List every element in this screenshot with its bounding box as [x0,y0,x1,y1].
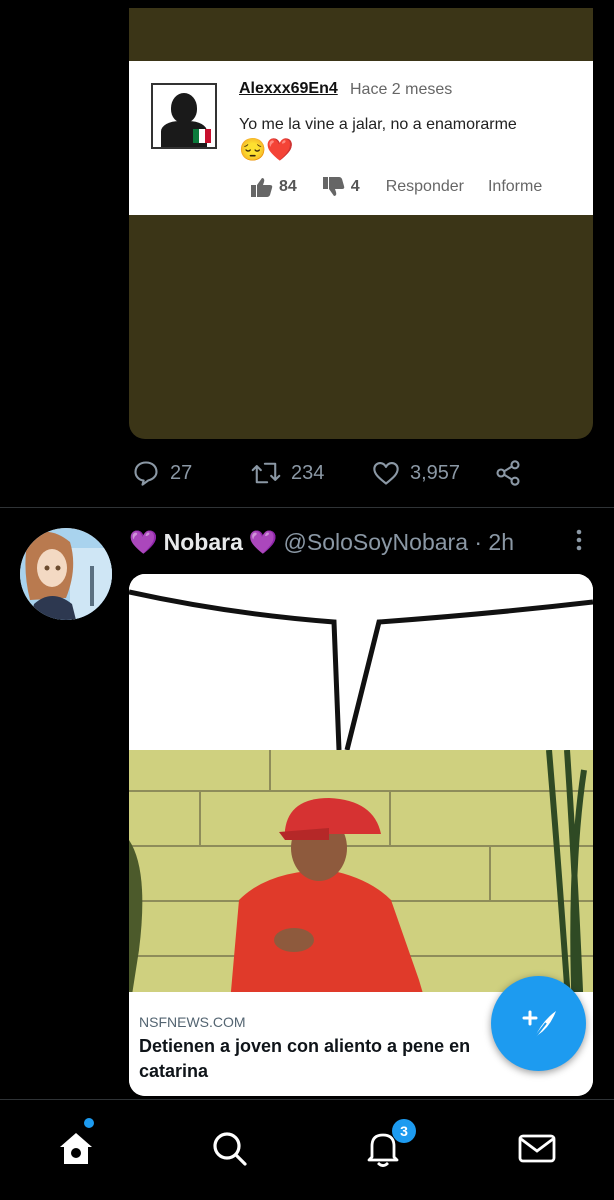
nav-search[interactable] [209,1128,249,1168]
mexico-flag-icon [193,129,211,143]
retweet-count: 234 [291,461,325,484]
tweet-header: 💜 Nobara 💜 @SoloSoyNobara · 2h [129,529,514,556]
news-photo [129,750,593,1014]
mail-icon [518,1134,556,1163]
compose-icon [522,1010,556,1042]
compose-button[interactable] [491,976,586,1071]
more-button[interactable] [574,528,584,554]
comment-avatar [151,83,217,149]
display-name[interactable]: Nobara [164,529,243,556]
retweet-button[interactable]: 234 [251,459,324,487]
card-title: Detienen a joven con aliento a pene en c… [139,1036,471,1081]
comment-emoji: 😔❤️ [239,137,294,162]
reply-count: 27 [170,461,193,484]
bottom-nav [0,1099,614,1200]
comment-actions: 84 4 Responder Informe [251,177,542,197]
comic-panel-image [129,574,593,751]
heart-icon [373,462,399,485]
thumbs-up-icon [251,177,273,197]
share-button[interactable] [494,459,522,487]
comment-username: Alexxx69En4 [239,80,338,97]
comment-icon [134,461,158,486]
nav-home[interactable] [56,1128,96,1168]
notifications-badge: 3 [392,1119,416,1143]
handle-and-time[interactable]: @SoloSoyNobara · 2h [284,529,514,556]
comment-likes: 84 [279,178,297,195]
like-button[interactable]: 3,957 [372,459,460,487]
retweet-icon [251,462,281,484]
tweet-divider [0,507,614,508]
comment-time: Hace 2 meses [350,81,453,98]
comment-report-button: Informe [487,178,543,195]
comment-dislikes: 4 [350,178,360,195]
purple-heart-emoji: 💜 [129,529,158,555]
like-count: 3,957 [410,461,461,484]
comment-screenshot: Alexxx69En4 Hace 2 meses Yo me la vine a… [129,61,593,215]
more-icon [576,529,582,551]
tweet-actions: 27 234 3,957 [0,455,614,493]
avatar[interactable] [20,528,112,620]
nav-messages[interactable] [517,1128,557,1168]
home-icon [60,1133,92,1164]
comment-reply-button: Responder [385,178,464,195]
thumbs-down-icon [322,177,345,197]
card-domain: NSFNEWS.COM [139,1014,246,1030]
share-icon [496,460,520,486]
search-icon [213,1132,247,1166]
quoted-media[interactable]: Alexxx69En4 Hace 2 meses Yo me la vine a… [129,8,593,439]
reply-button[interactable]: 27 [132,459,192,487]
comment-text: Yo me la vine a jalar, no a enamorarme [239,116,517,133]
home-unread-dot [84,1118,94,1128]
purple-heart-emoji-2: 💜 [248,529,278,555]
